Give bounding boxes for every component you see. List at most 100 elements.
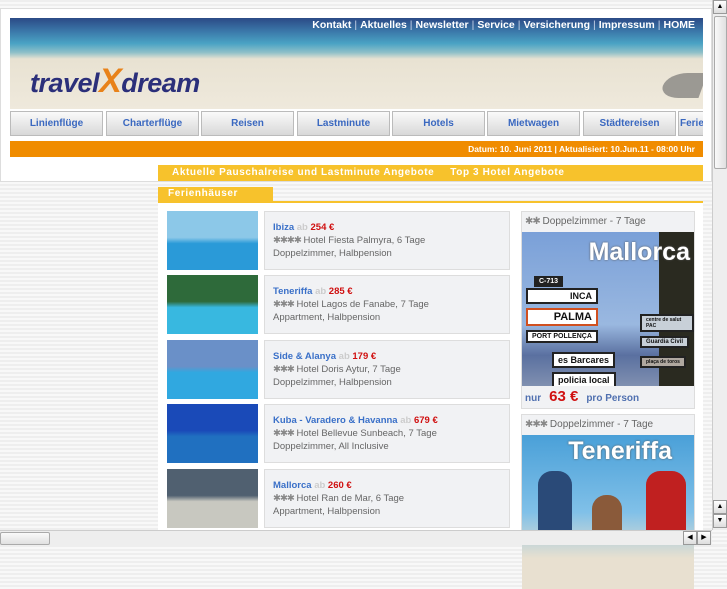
room-details: Appartment, Halbpension (273, 506, 381, 517)
sign: centre de salut PAC (640, 314, 694, 332)
sign: Guardia Civil (640, 336, 690, 348)
star-rating: ✱✱✱ (525, 419, 548, 430)
scroll-up-button[interactable]: ▲ (713, 0, 727, 14)
item-details: Ibiza ab 254 € ✱✱✱✱ Hotel Fiesta Palmyra… (264, 211, 510, 270)
scroll-left-button[interactable]: ◀ (683, 531, 697, 545)
ab-label: ab (296, 222, 308, 233)
hotel-thumbnail[interactable] (167, 340, 258, 399)
link-impressum[interactable]: Impressum (599, 19, 655, 31)
item-details: Kuba - Varadero & Havanna ab 679 € ✱✱✱ H… (264, 404, 510, 463)
star-rating: ✱✱✱ (273, 493, 295, 504)
offer-card-mallorca[interactable]: ✱✱ Doppelzimmer - 7 Tage Mallorca C-713 … (521, 211, 695, 409)
room-details: Appartment, Halbpension (273, 312, 381, 323)
star-rating: ✱✱✱✱ (273, 235, 302, 246)
hotel-name: Hotel Ran de Mar, 6 Tage (296, 493, 405, 504)
horizontal-scrollbar[interactable]: ◀ ▶ (0, 530, 712, 545)
hotel-name: Hotel Lagos de Fanabe, 7 Tage (296, 299, 429, 310)
list-item[interactable]: Kuba - Varadero & Havanna ab 679 € ✱✱✱ H… (167, 404, 510, 463)
sign: policia local (552, 372, 616, 386)
item-price: 679 € (413, 415, 438, 426)
top-links: Kontakt | Aktuelles | Newsletter | Service | Ver… (312, 19, 695, 31)
tab-pauschalreise[interactable]: Aktuelle Pauschalreise und Lastminute An… (172, 167, 434, 178)
offer-price: 63 € (549, 388, 579, 405)
hotel-thumbnail[interactable] (167, 275, 258, 334)
star-rating: ✱✱✱ (273, 428, 295, 439)
item-details: Teneriffa ab 285 € ✱✱✱ Hotel Lagos de Fa… (264, 275, 510, 334)
list-item[interactable]: Teneriffa ab 285 € ✱✱✱ Hotel Lagos de Fa… (167, 275, 510, 334)
room-details: Doppelzimmer, All Inclusive (273, 441, 389, 452)
nav-charterfluege[interactable]: Charterflüge (106, 111, 199, 136)
sign: C-713 (534, 276, 564, 287)
nav-lastminute[interactable]: Lastminute (297, 111, 390, 136)
destination-link[interactable]: Side & Alanya (273, 351, 336, 362)
logo-text: travel (30, 68, 100, 98)
destination-link[interactable]: Mallorca (273, 480, 312, 491)
item-details: Side & Alanya ab 179 € ✱✱✱ Hotel Doris A… (264, 340, 510, 399)
offer-title: Mallorca (588, 238, 690, 266)
nav-label: Ferienhäuser (680, 118, 703, 129)
hotel-thumbnail[interactable] (167, 469, 258, 528)
scroll-down-button[interactable]: ▼ (713, 514, 727, 528)
star-rating: ✱✱ (525, 216, 541, 227)
destination-link[interactable]: Kuba - Varadero & Havanna (273, 415, 398, 426)
list-item[interactable]: Side & Alanya ab 179 € ✱✱✱ Hotel Doris A… (167, 340, 510, 399)
item-price: 254 € (310, 222, 335, 233)
link-aktuelles[interactable]: Aktuelles (360, 19, 407, 31)
logo[interactable]: travelXdream (30, 62, 200, 101)
hotel-name: Hotel Bellevue Sunbeach, 7 Tage (296, 428, 437, 439)
sign: PALMA (526, 308, 598, 326)
hotel-name: Hotel Fiesta Palmyra, 6 Tage (303, 235, 426, 246)
list-item[interactable]: Ibiza ab 254 € ✱✱✱✱ Hotel Fiesta Palmyra… (167, 211, 510, 270)
tab-top3-hotels[interactable]: Top 3 Hotel Angebote (450, 167, 564, 178)
vertical-scrollbar[interactable]: ▲ ▲ ▼ (712, 0, 727, 530)
nav-staedtereisen[interactable]: Städtereisen (583, 111, 676, 136)
link-service[interactable]: Service (477, 19, 514, 31)
item-price: 260 € (327, 480, 352, 491)
hotel-thumbnail[interactable] (167, 211, 258, 270)
sign: es Barcares (552, 352, 616, 368)
logo-x: X (99, 62, 122, 100)
offers-panel: Ibiza ab 254 € ✱✱✱✱ Hotel Fiesta Palmyra… (158, 201, 703, 589)
offer-image[interactable]: Teneriffa (522, 435, 694, 589)
scroll-thumb[interactable] (0, 532, 50, 545)
sign: plaça de toros (640, 356, 686, 368)
price-prefix: nur (525, 393, 542, 404)
item-price: 285 € (328, 286, 353, 297)
hotel-thumbnail[interactable] (167, 404, 258, 463)
link-kontakt[interactable]: Kontakt (312, 19, 351, 31)
scroll-thumb[interactable] (714, 16, 727, 169)
offer-card-teneriffa[interactable]: ✱✱✱ Doppelzimmer - 7 Tage Teneriffa (521, 414, 695, 589)
ab-label: ab (400, 415, 412, 426)
list-item[interactable]: Mallorca ab 260 € ✱✱✱ Hotel Ran de Mar, … (167, 469, 510, 528)
link-versicherung[interactable]: Versicherung (523, 19, 590, 31)
destination-link[interactable]: Teneriffa (273, 286, 312, 297)
room-details: Doppelzimmer, Halbpension (273, 377, 392, 388)
sign: PORT POLLENÇA (526, 330, 598, 343)
offer-price-row: nur 63 € pro Person (522, 386, 694, 408)
header-banner: Kontakt | Aktuelles | Newsletter | Service | Ver… (10, 18, 703, 109)
logo-text: dream (121, 68, 200, 98)
price-suffix: pro Person (586, 393, 640, 404)
star-rating: ✱✱✱ (273, 299, 295, 310)
offer-label: Doppelzimmer - 7 Tage (549, 419, 654, 430)
ab-label: ab (314, 480, 326, 491)
nav-mietwagen[interactable]: Mietwagen (487, 111, 580, 136)
nav-reisen[interactable]: Reisen (201, 111, 294, 136)
star-rating: ✱✱✱ (273, 364, 295, 375)
scroll-up-button[interactable]: ▲ (713, 500, 727, 514)
nav-hotels[interactable]: Hotels (392, 111, 485, 136)
destination-link[interactable]: Ibiza (273, 222, 294, 233)
nav-ferienhaeuser[interactable]: Ferienhäuser (678, 111, 703, 136)
offer-header: ✱✱✱ Doppelzimmer - 7 Tage (522, 415, 694, 435)
scroll-right-button[interactable]: ▶ (697, 531, 711, 545)
nav-linienfluege[interactable]: Linienflüge (10, 111, 103, 136)
link-home[interactable]: HOME (664, 19, 696, 31)
hotel-name: Hotel Doris Aytur, 7 Tage (296, 364, 401, 375)
ab-label: ab (338, 351, 350, 362)
item-price: 179 € (352, 351, 377, 362)
date-bar: Datum: 10. Juni 2011 | Aktualisiert: 10.… (10, 141, 703, 157)
offer-header: ✱✱ Doppelzimmer - 7 Tage (522, 212, 694, 232)
link-newsletter[interactable]: Newsletter (416, 19, 469, 31)
offer-image[interactable]: Mallorca C-713 INCA PALMA PORT POLLENÇA … (522, 232, 694, 386)
tab-ferienhaeuser[interactable]: Ferienhäuser (158, 187, 273, 201)
